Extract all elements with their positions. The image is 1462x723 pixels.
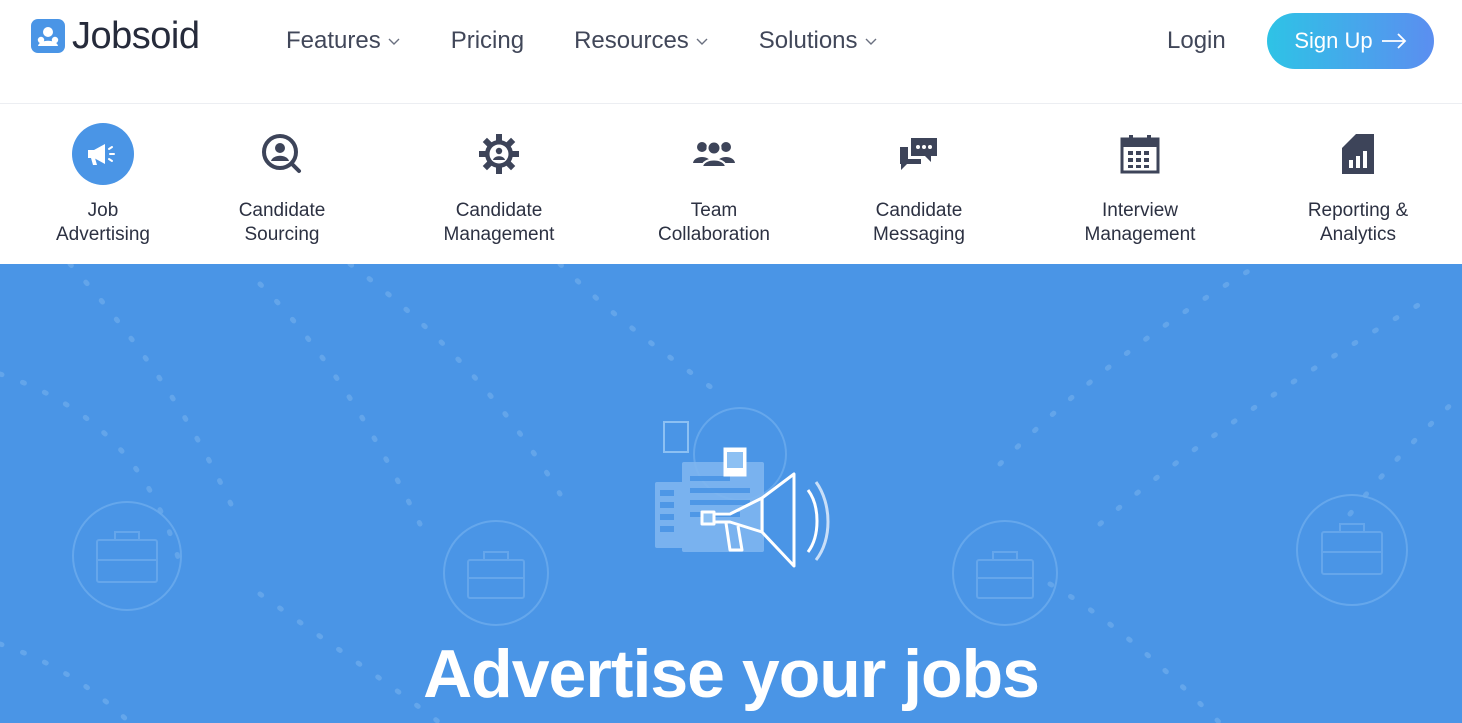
nav-pricing-label: Pricing	[450, 27, 525, 54]
top-navigation: Jobsoid Features Pricing Resources Solut…	[0, 0, 1462, 104]
chevron-down-icon	[388, 38, 400, 45]
signup-label: Sign Up	[1294, 28, 1373, 53]
chat-bubbles-icon	[888, 123, 950, 185]
calendar-icon	[1109, 123, 1171, 185]
feature-reporting-analytics[interactable]: Reporting & Analytics	[1258, 123, 1458, 253]
person-badge-icon	[31, 19, 65, 53]
nav-solutions-label: Solutions	[758, 27, 858, 54]
feature-team-collaboration[interactable]: Team Collaboration	[614, 123, 814, 253]
feature-label: Team Collaboration	[658, 200, 770, 245]
megaphone-icon	[72, 123, 134, 185]
nav-features[interactable]: Features	[286, 26, 401, 56]
feature-candidate-sourcing[interactable]: Candidate Sourcing	[182, 123, 382, 253]
feature-tabs: Job Advertising Candidate Sourcing Candi…	[0, 105, 1462, 264]
nav-pricing[interactable]: Pricing	[451, 26, 524, 56]
hero-title: Advertise your jobs	[423, 636, 1040, 712]
arrow-right-icon	[1381, 33, 1406, 49]
feature-job-advertising[interactable]: Job Advertising	[3, 123, 203, 253]
hero-section: Advertise your jobs	[0, 264, 1462, 723]
search-person-icon	[251, 123, 313, 185]
bar-chart-icon	[1327, 123, 1389, 185]
chevron-down-icon	[696, 38, 708, 45]
nav-resources-label: Resources	[574, 27, 689, 54]
chevron-down-icon	[865, 38, 877, 45]
feature-label: Candidate Messaging	[873, 200, 965, 245]
feature-candidate-messaging[interactable]: Candidate Messaging	[819, 123, 1019, 253]
nav-resources[interactable]: Resources	[574, 26, 709, 56]
brand-name: Jobsoid	[72, 15, 200, 57]
login-link[interactable]: Login	[1167, 26, 1226, 56]
feature-label: Candidate Sourcing	[238, 200, 326, 245]
feature-label: Reporting & Analytics	[1307, 200, 1409, 245]
gear-person-icon	[468, 123, 530, 185]
nav-solutions[interactable]: Solutions	[759, 26, 878, 56]
brand-logo[interactable]: Jobsoid	[31, 15, 200, 57]
nav-features-label: Features	[286, 27, 381, 54]
feature-label: Job Advertising	[56, 200, 150, 245]
team-icon	[683, 123, 745, 185]
feature-label: Candidate Management	[443, 200, 555, 245]
feature-interview-management[interactable]: Interview Management	[1040, 123, 1240, 253]
feature-label: Interview Management	[1084, 200, 1196, 245]
megaphone-job-board-icon	[655, 421, 830, 568]
signup-button[interactable]: Sign Up	[1267, 13, 1434, 69]
main-menu: Features Pricing Resources Solutions	[286, 26, 928, 56]
feature-candidate-management[interactable]: Candidate Management	[399, 123, 599, 253]
